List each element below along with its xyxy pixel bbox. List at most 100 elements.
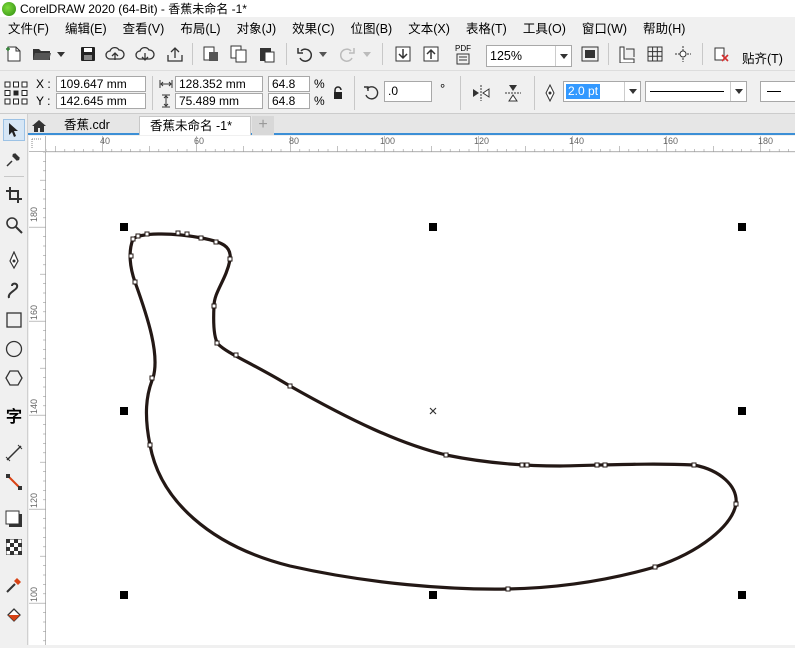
pick-tool-icon[interactable]: [3, 119, 25, 141]
save-icon[interactable]: [78, 44, 98, 64]
selection-center-marker[interactable]: [429, 407, 437, 415]
vertical-ruler[interactable]: 180 160 140 120 100: [29, 151, 46, 645]
show-grid-icon[interactable]: [644, 44, 666, 64]
arrowhead-preview: [767, 91, 781, 92]
lock-ratio-icon[interactable]: [330, 84, 346, 102]
rotation-angle-field[interactable]: .0: [384, 81, 432, 102]
undo-icon[interactable]: [294, 44, 316, 64]
rotation-icon: [362, 82, 382, 102]
selection-handle-right[interactable]: [738, 407, 746, 415]
snap-to-off-icon[interactable]: [710, 44, 732, 64]
crop-tool-icon[interactable]: [3, 184, 25, 206]
transparency-icon[interactable]: [3, 536, 25, 558]
full-screen-icon[interactable]: [578, 44, 602, 64]
menu-table[interactable]: 表格(T): [458, 18, 515, 37]
parallel-dimension-icon[interactable]: [3, 442, 25, 464]
ruler-origin-corner[interactable]: [29, 136, 46, 152]
menu-edit[interactable]: 编辑(E): [57, 18, 115, 37]
tab-banana-cdr[interactable]: 香蕉.cdr: [54, 116, 138, 135]
ruler-label: 160: [663, 136, 679, 146]
cloud-upload-icon[interactable]: [104, 44, 126, 64]
menu-bitmaps[interactable]: 位图(B): [343, 18, 401, 37]
degree-label: °: [440, 81, 446, 96]
selection-handle-bottom[interactable]: [429, 591, 437, 599]
menu-object[interactable]: 对象(J): [229, 18, 285, 37]
x-position-field[interactable]: 109.647 mm: [56, 76, 146, 92]
connector-tool-icon[interactable]: [3, 471, 25, 493]
chevron-down-icon[interactable]: [624, 82, 640, 101]
menu-text[interactable]: 文本(X): [400, 18, 458, 37]
import-icon[interactable]: [200, 44, 222, 64]
chevron-down-icon[interactable]: [56, 48, 66, 60]
export-pdf-icon[interactable]: PDF: [450, 42, 476, 66]
menu-window[interactable]: 窗口(W): [574, 18, 635, 37]
zoom-level-combo[interactable]: 125%: [486, 45, 572, 67]
selection-handle-top[interactable]: [429, 223, 437, 231]
eyedropper-icon[interactable]: [3, 574, 25, 596]
shape-tool-icon[interactable]: [3, 148, 25, 170]
chevron-down-icon[interactable]: [318, 48, 328, 60]
pdf-label: PDF: [455, 43, 471, 53]
width-field[interactable]: 128.352 mm: [175, 76, 263, 92]
drawing-canvas[interactable]: [46, 153, 795, 645]
menu-view[interactable]: 查看(V): [115, 18, 173, 37]
y-position-field[interactable]: 142.645 mm: [56, 93, 146, 109]
import-file-icon[interactable]: [392, 44, 414, 64]
selection-handle-left[interactable]: [120, 407, 128, 415]
line-style-combo[interactable]: [645, 81, 747, 102]
chevron-down-icon[interactable]: [362, 48, 372, 60]
ruler-label: 120: [29, 492, 39, 508]
selection-handle-bottom-right[interactable]: [738, 591, 746, 599]
selection-handle-top-right[interactable]: [738, 223, 746, 231]
polygon-tool-icon[interactable]: [3, 367, 25, 389]
menu-file[interactable]: 文件(F): [0, 18, 57, 37]
scale-height-field[interactable]: 64.8: [268, 93, 310, 109]
x-label: X :: [36, 77, 51, 91]
scale-width-field[interactable]: 64.8: [268, 76, 310, 92]
home-tab-icon[interactable]: [28, 116, 50, 135]
height-field[interactable]: 75.489 mm: [175, 93, 263, 109]
rectangle-tool-icon[interactable]: [3, 309, 25, 331]
interactive-fill-icon[interactable]: [3, 604, 25, 626]
start-arrowhead-combo[interactable]: [760, 81, 795, 102]
tab-untitled-active[interactable]: 香蕉未命名 -1*: [139, 116, 251, 135]
zoom-level-value: 125%: [490, 49, 522, 63]
chevron-down-icon[interactable]: [555, 46, 571, 66]
mirror-vertical-icon[interactable]: [502, 82, 524, 104]
standard-toolbar: PDF 125% 贴齐(T): [0, 38, 795, 71]
menu-tools[interactable]: 工具(O): [515, 18, 574, 37]
drop-shadow-icon[interactable]: [3, 508, 25, 530]
ruler-label: 140: [569, 136, 585, 146]
open-folder-icon[interactable]: [30, 44, 54, 64]
export-file-icon[interactable]: [420, 44, 442, 64]
zoom-tool-icon[interactable]: [3, 214, 25, 236]
text-tool-icon[interactable]: 字: [3, 404, 25, 426]
outline-width-combo[interactable]: 2.0 pt: [563, 81, 641, 102]
show-guidelines-icon[interactable]: [672, 44, 694, 64]
add-tab-button[interactable]: +: [252, 116, 274, 135]
ruler-label: 100: [380, 136, 396, 146]
toolbox: 字: [0, 114, 28, 645]
paste-icon[interactable]: [256, 44, 278, 64]
show-rulers-icon[interactable]: [616, 44, 638, 64]
freehand-tool-icon[interactable]: [3, 250, 25, 272]
mirror-horizontal-icon[interactable]: [470, 82, 492, 104]
chevron-down-icon[interactable]: [730, 82, 746, 101]
redo-icon[interactable]: [336, 44, 358, 64]
new-document-icon[interactable]: [4, 44, 24, 64]
reference-point-icon[interactable]: [3, 78, 29, 108]
snap-to-dropdown[interactable]: 贴齐(T): [742, 48, 783, 67]
ellipse-tool-icon[interactable]: [3, 338, 25, 360]
height-icon: [159, 94, 173, 108]
publish-icon[interactable]: [164, 44, 186, 64]
copy-icon[interactable]: [228, 44, 250, 64]
selection-handle-bottom-left[interactable]: [120, 591, 128, 599]
horizontal-ruler[interactable]: 40 60 80 100 120 140 160 180: [45, 136, 795, 152]
menu-help[interactable]: 帮助(H): [635, 18, 693, 37]
cloud-share-icon[interactable]: [134, 44, 156, 64]
menu-layout[interactable]: 布局(L): [172, 18, 228, 37]
selection-handle-top-left[interactable]: [120, 223, 128, 231]
artistic-media-icon[interactable]: [3, 280, 25, 302]
y-label: Y :: [36, 94, 51, 108]
menu-effects[interactable]: 效果(C): [284, 18, 342, 37]
